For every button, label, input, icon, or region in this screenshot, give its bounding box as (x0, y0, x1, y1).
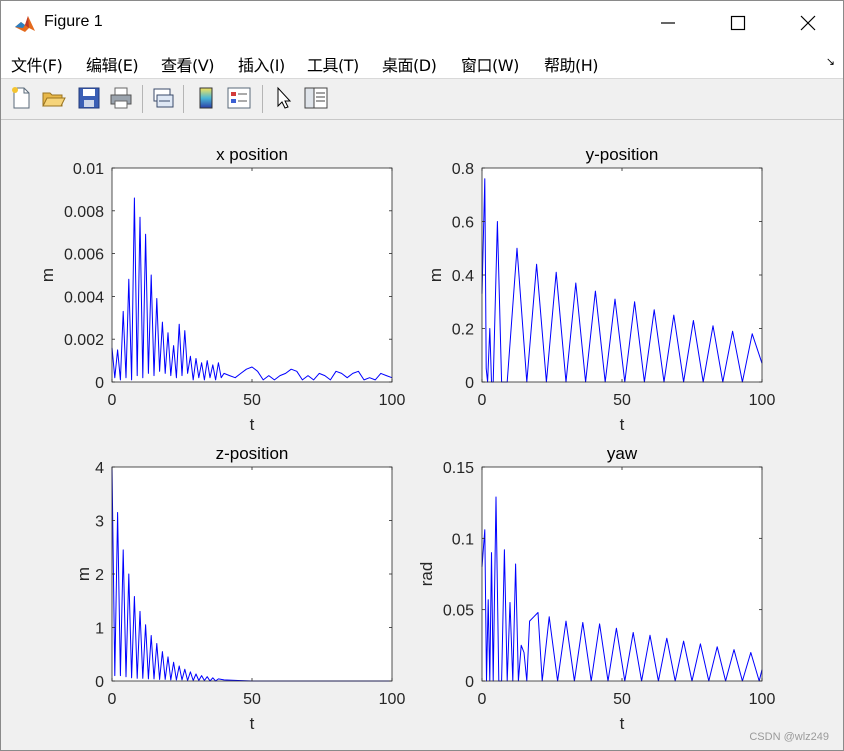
y-axis-label: rad (417, 562, 436, 587)
edit-plot-arrow-icon[interactable] (271, 85, 297, 111)
x-axis-label: t (620, 415, 625, 434)
x-tick-label: 100 (379, 392, 406, 409)
axes-2: 0 50 100 0 0.2 0.4 0.6 0.8 y-position t m (426, 145, 775, 434)
y-tick-label: 0.05 (443, 603, 474, 620)
menu-insert[interactable]: 插入(I) (238, 52, 285, 76)
axes-background (482, 467, 762, 681)
toolbar-separator (142, 85, 143, 113)
x-tick-label: 50 (613, 691, 631, 708)
x-tick-label: 50 (243, 691, 261, 708)
y-tick-label: 0.4 (452, 268, 474, 285)
toolbar-separator (183, 85, 184, 113)
axes-background (112, 168, 392, 382)
y-tick-label: 0.01 (73, 161, 104, 178)
toolbar-separator (262, 85, 263, 113)
new-figure-icon[interactable] (8, 85, 34, 111)
open-file-icon[interactable] (40, 85, 66, 111)
y-tick-label: 0.006 (64, 247, 104, 264)
x-tick-label: 50 (243, 392, 261, 409)
y-axis-label: m (38, 268, 57, 282)
matlab-logo-icon (14, 12, 36, 34)
chart-title: y-position (586, 145, 659, 164)
print-icon[interactable] (108, 85, 134, 111)
plots-svg: 0 50 10000.0020.0040.0060.0080.01x positio… (38, 145, 775, 733)
menu-file[interactable]: 文件(F) (11, 52, 63, 76)
x-tick-label: 0 (108, 691, 117, 708)
y-tick-label: 3 (95, 514, 104, 531)
y-tick-label: 0 (95, 674, 104, 691)
y-tick-label: 0 (95, 375, 104, 392)
close-button[interactable] (773, 1, 843, 45)
chart-title: z-position (216, 444, 289, 463)
y-tick-label: 4 (95, 460, 104, 477)
insert-legend-icon[interactable] (226, 85, 252, 111)
x-tick-label: 50 (613, 392, 631, 409)
x-axis-label: t (620, 714, 625, 733)
y-tick-label: 0 (465, 674, 474, 691)
menu-bar: 文件(F) 编辑(E) 查看(V) 插入(I) 工具(T) 桌面(D) 窗口(W… (1, 45, 843, 78)
figure-window: Figure 1 文件(F) 编辑(E) 查看(V) 插入(I) 工具(T) 桌… (0, 0, 844, 751)
title-bar[interactable]: Figure 1 (1, 1, 843, 45)
x-tick-label: 0 (478, 392, 487, 409)
menu-edit[interactable]: 编辑(E) (86, 52, 139, 76)
chart-title: x position (216, 145, 288, 164)
dock-figure-icon[interactable]: ↘ (826, 55, 835, 68)
menu-tools[interactable]: 工具(T) (307, 52, 359, 76)
axes-background (112, 467, 392, 681)
insert-colorbar-icon[interactable] (193, 85, 219, 111)
axes-4: 0 50 100 0 0.05 0.1 0.15 yaw t rad (417, 444, 775, 733)
x-tick-label: 100 (749, 691, 776, 708)
figure-canvas[interactable]: 0 50 100 0 0.002 0.004 0.006 0.008 0.01 x positio… (1, 119, 843, 750)
x-tick-label: 0 (478, 691, 487, 708)
figure-toolbar (1, 78, 843, 120)
y-tick-label: 2 (95, 567, 104, 584)
close-icon (800, 15, 816, 31)
y-tick-label: 0.15 (443, 460, 474, 477)
y-axis-label: m (426, 268, 445, 282)
x-tick-label: 100 (379, 691, 406, 708)
property-inspector-icon[interactable] (303, 85, 329, 111)
axes-1: 0 50 100 0 0.002 0.004 0.006 0.008 0.01 x positio… (38, 145, 405, 434)
save-icon[interactable] (76, 85, 102, 111)
y-tick-label: 0.6 (452, 215, 474, 232)
window-title: Figure 1 (44, 13, 103, 30)
minimize-icon (661, 22, 675, 24)
chart-title: yaw (607, 444, 638, 463)
y-tick-label: 1 (95, 621, 104, 638)
y-tick-label: 0 (465, 375, 474, 392)
axes-3: 0 50 100 0 1 2 3 4 z-position t m (74, 444, 405, 733)
menu-window[interactable]: 窗口(W) (461, 52, 519, 76)
menu-desktop[interactable]: 桌面(D) (382, 52, 437, 76)
maximize-button[interactable] (703, 1, 773, 45)
y-axis-label: m (74, 567, 93, 581)
y-tick-label: 0.1 (452, 531, 474, 548)
watermark: CSDN @wlz249 (749, 731, 829, 743)
y-tick-label: 0.008 (64, 204, 104, 221)
x-tick-label: 100 (749, 392, 776, 409)
link-plot-icon[interactable] (150, 85, 176, 111)
menu-view[interactable]: 查看(V) (161, 52, 214, 76)
menu-help[interactable]: 帮助(H) (544, 52, 599, 76)
y-tick-label: 0.002 (64, 332, 104, 349)
x-axis-label: t (250, 415, 255, 434)
minimize-button[interactable] (633, 1, 703, 45)
y-tick-label: 0.004 (64, 289, 104, 306)
x-axis-label: t (250, 714, 255, 733)
y-tick-label: 0.2 (452, 322, 474, 339)
maximize-icon (730, 15, 746, 31)
x-tick-label: 0 (108, 392, 117, 409)
y-tick-label: 0.8 (452, 161, 474, 178)
